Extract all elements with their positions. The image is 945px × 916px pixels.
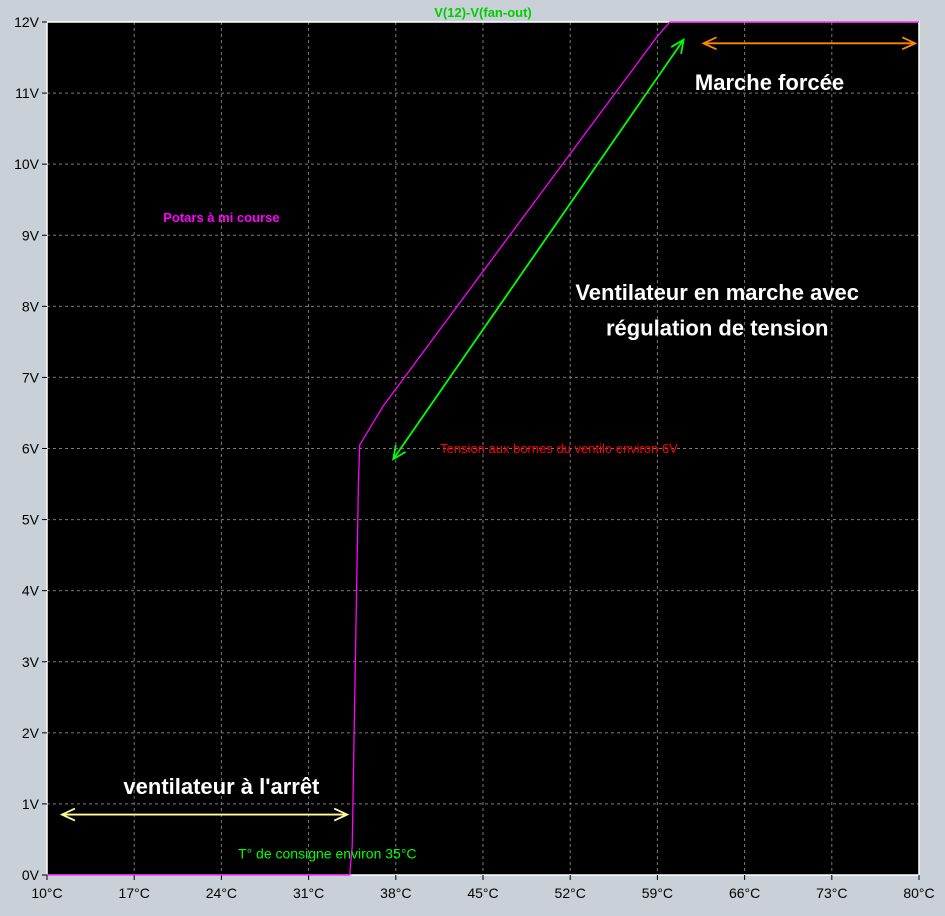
y-tick-label: 3V <box>22 654 40 670</box>
y-tick-label: 10V <box>14 156 40 172</box>
annotation-arret: ventilateur à l'arrêt <box>123 774 320 799</box>
y-tick-label: 11V <box>15 85 40 101</box>
x-tick-label: 24°C <box>206 885 237 901</box>
y-tick-label: 1V <box>22 796 40 812</box>
annotation-regulation-line2: régulation de tension <box>606 315 828 340</box>
y-tick-label: 7V <box>22 369 40 385</box>
y-tick-label: 0V <box>22 867 40 883</box>
y-tick-label: 2V <box>22 725 40 741</box>
x-tick-label: 31°C <box>293 885 324 901</box>
x-tick-label: 52°C <box>555 885 586 901</box>
y-tick-label: 5V <box>22 512 40 528</box>
annotation-tension-ventilo: Tension aux bornes du ventilo environ 6V <box>440 441 678 456</box>
annotation-potars: Potars à mi course <box>163 210 279 225</box>
y-tick-label: 9V <box>22 227 40 243</box>
x-tick-label: 73°C <box>816 885 847 901</box>
trace-label[interactable]: V(12)-V(fan-out) <box>434 5 532 20</box>
y-tick-label: 4V <box>22 583 40 599</box>
annotation-consigne: T° de consigne environ 35°C <box>238 846 417 862</box>
annotation-regulation-line1: Ventilateur en marche avec <box>575 280 859 305</box>
x-tick-label: 59°C <box>642 885 673 901</box>
x-tick-label: 80°C <box>903 885 934 901</box>
x-tick-label: 66°C <box>729 885 760 901</box>
x-tick-label: 17°C <box>119 885 150 901</box>
voltage-temperature-chart: 10°C 17°C 24°C 31°C 38°C 45°C 52°C 59°C 66°C 73°C… <box>14 5 935 901</box>
x-tick-label: 45°C <box>467 885 498 901</box>
annotation-marche-forcee: Marche forcée <box>695 70 844 95</box>
waveform-viewer: 10°C 17°C 24°C 31°C 38°C 45°C 52°C 59°C 66°C 73°C… <box>0 0 945 911</box>
y-tick-label: 8V <box>22 298 40 314</box>
x-tick-label: 10°C <box>31 885 62 901</box>
y-tick-label: 6V <box>22 441 40 457</box>
x-tick-label: 38°C <box>380 885 411 901</box>
y-tick-label: 12V <box>14 14 40 30</box>
